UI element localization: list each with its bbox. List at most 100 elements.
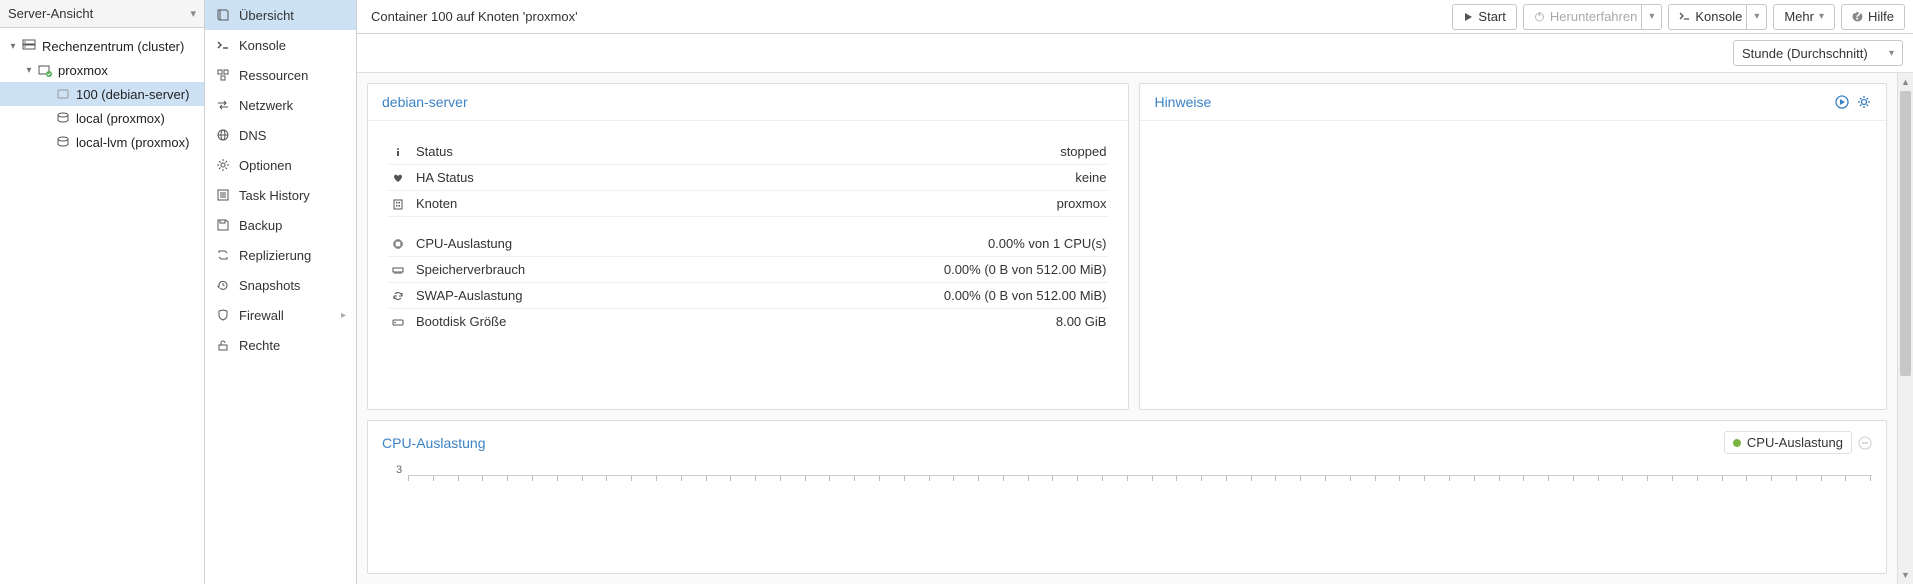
tree-storage-local-lvm[interactable]: local-lvm (proxmox) xyxy=(0,130,204,154)
help-button[interactable]: ? Hilfe xyxy=(1841,4,1905,30)
legend-dot-icon xyxy=(1733,439,1741,447)
nav-label: Ressourcen xyxy=(239,68,308,83)
help-icon: ? xyxy=(1852,11,1863,22)
panel-body: Status stopped HA Status keine Knoten pr… xyxy=(368,121,1128,409)
scroll-thumb[interactable] xyxy=(1900,91,1911,376)
btn-label: Hilfe xyxy=(1868,9,1894,24)
stat-disk: Bootdisk Größe 8.00 GiB xyxy=(388,309,1108,334)
chevron-down-icon: ▾ xyxy=(190,7,196,20)
nav-overview[interactable]: Übersicht xyxy=(205,0,356,30)
collapse-icon[interactable]: ▾ xyxy=(22,65,36,76)
stat-value: proxmox xyxy=(1057,196,1107,211)
tree-datacenter[interactable]: ▾ Rechenzentrum (cluster) xyxy=(0,34,204,58)
globe-icon xyxy=(215,128,231,142)
stat-node: Knoten proxmox xyxy=(388,191,1108,217)
terminal-icon xyxy=(215,38,231,52)
btn-label: Start xyxy=(1478,9,1505,24)
tree-storage-local[interactable]: local (proxmox) xyxy=(0,106,204,130)
tree-label: local-lvm (proxmox) xyxy=(76,135,189,150)
storage-icon xyxy=(54,135,72,149)
panels-row: debian-server Status stopped HA Status k… xyxy=(367,83,1887,410)
svg-text:?: ? xyxy=(1854,11,1862,22)
nav-label: Konsole xyxy=(239,38,286,53)
nav-label: DNS xyxy=(239,128,266,143)
legend-label: CPU-Auslastung xyxy=(1747,435,1843,450)
subbar: Stunde (Durchschnitt) ▾ xyxy=(357,34,1913,73)
nav-label: Firewall xyxy=(239,308,284,323)
nav-options[interactable]: Optionen xyxy=(205,150,356,180)
nav-replication[interactable]: Replizierung xyxy=(205,240,356,270)
content: debian-server Status stopped HA Status k… xyxy=(357,73,1897,584)
cubes-icon xyxy=(215,68,231,82)
notes-body[interactable] xyxy=(1140,121,1886,409)
y-axis-tick: 3 xyxy=(396,464,408,476)
nav-permissions[interactable]: Rechte xyxy=(205,330,356,360)
main-scroll-row: debian-server Status stopped HA Status k… xyxy=(357,73,1913,584)
tree-panel: Server-Ansicht ▾ ▾ Rechenzentrum (cluste… xyxy=(0,0,205,584)
chevron-down-icon: ▾ xyxy=(1819,11,1824,22)
terminal-icon xyxy=(1679,11,1690,22)
select-label: Stunde (Durchschnitt) xyxy=(1742,46,1868,61)
console-dropdown[interactable]: ▾ xyxy=(1747,4,1767,30)
chart-title: CPU-Auslastung xyxy=(382,435,486,451)
nav-resources[interactable]: Ressourcen xyxy=(205,60,356,90)
summary-panel: debian-server Status stopped HA Status k… xyxy=(367,83,1129,410)
chart-area: 3 xyxy=(368,464,1886,486)
shield-icon xyxy=(215,308,231,322)
stat-value: 0.00% von 1 CPU(s) xyxy=(988,236,1107,251)
nav-task-history[interactable]: Task History xyxy=(205,180,356,210)
nav-network[interactable]: Netzwerk xyxy=(205,90,356,120)
legend-remove-icon[interactable] xyxy=(1858,436,1872,450)
collapse-icon[interactable]: ▾ xyxy=(6,41,20,52)
stat-label-text: HA Status xyxy=(416,170,474,185)
refresh-icon xyxy=(390,290,406,302)
circle-arrow-icon[interactable] xyxy=(1834,94,1850,110)
stat-label-text: Speicherverbrauch xyxy=(416,262,525,277)
main: Container 100 auf Knoten 'proxmox' Start… xyxy=(357,0,1913,584)
power-icon xyxy=(1534,11,1545,22)
shutdown-button[interactable]: Herunterfahren xyxy=(1523,4,1642,30)
tree-label: 100 (debian-server) xyxy=(76,87,189,102)
chart-header: CPU-Auslastung CPU-Auslastung xyxy=(368,421,1886,464)
x-tick-marks xyxy=(408,476,1872,481)
btn-label: Mehr xyxy=(1784,9,1814,24)
toolbar: Container 100 auf Knoten 'proxmox' Start… xyxy=(357,0,1913,34)
console-button[interactable]: Konsole xyxy=(1668,4,1747,30)
stat-label-text: Bootdisk Größe xyxy=(416,314,506,329)
btn-label: Konsole xyxy=(1695,9,1742,24)
scroll-track[interactable] xyxy=(1898,91,1913,566)
stat-label-text: Knoten xyxy=(416,196,457,211)
server-rack-icon xyxy=(20,39,38,53)
tree-ct-100[interactable]: 100 (debian-server) xyxy=(0,82,204,106)
unlock-icon xyxy=(215,338,231,352)
more-button[interactable]: Mehr ▾ xyxy=(1773,4,1835,30)
retweet-icon xyxy=(215,248,231,262)
start-button[interactable]: Start xyxy=(1452,4,1516,30)
memory-icon xyxy=(390,264,406,276)
tree-node-proxmox[interactable]: ▾ proxmox xyxy=(0,58,204,82)
view-selector[interactable]: Server-Ansicht ▾ xyxy=(0,0,204,28)
vertical-scrollbar[interactable]: ▲ ▼ xyxy=(1897,73,1913,584)
gear-icon[interactable] xyxy=(1856,94,1872,110)
save-icon xyxy=(215,218,231,232)
nav-firewall[interactable]: Firewall ▸ xyxy=(205,300,356,330)
btn-label: Herunterfahren xyxy=(1550,9,1637,24)
nav-label: Replizierung xyxy=(239,248,311,263)
stat-label-text: SWAP-Auslastung xyxy=(416,288,522,303)
scroll-up-icon[interactable]: ▲ xyxy=(1898,73,1913,91)
legend-item[interactable]: CPU-Auslastung xyxy=(1724,431,1852,454)
nav-label: Netzwerk xyxy=(239,98,293,113)
shutdown-dropdown[interactable]: ▾ xyxy=(1642,4,1662,30)
nav-snapshots[interactable]: Snapshots xyxy=(205,270,356,300)
nav-backup[interactable]: Backup xyxy=(205,210,356,240)
view-selector-label: Server-Ansicht xyxy=(8,6,93,21)
nav-label: Backup xyxy=(239,218,282,233)
timeframe-select[interactable]: Stunde (Durchschnitt) ▾ xyxy=(1733,40,1903,66)
nav-console[interactable]: Konsole xyxy=(205,30,356,60)
scroll-down-icon[interactable]: ▼ xyxy=(1898,566,1913,584)
chart-baseline xyxy=(408,475,1872,476)
nav-dns[interactable]: DNS xyxy=(205,120,356,150)
stat-separator xyxy=(388,217,1108,231)
stat-value: 0.00% (0 B von 512.00 MiB) xyxy=(944,262,1107,277)
nav-label: Snapshots xyxy=(239,278,300,293)
